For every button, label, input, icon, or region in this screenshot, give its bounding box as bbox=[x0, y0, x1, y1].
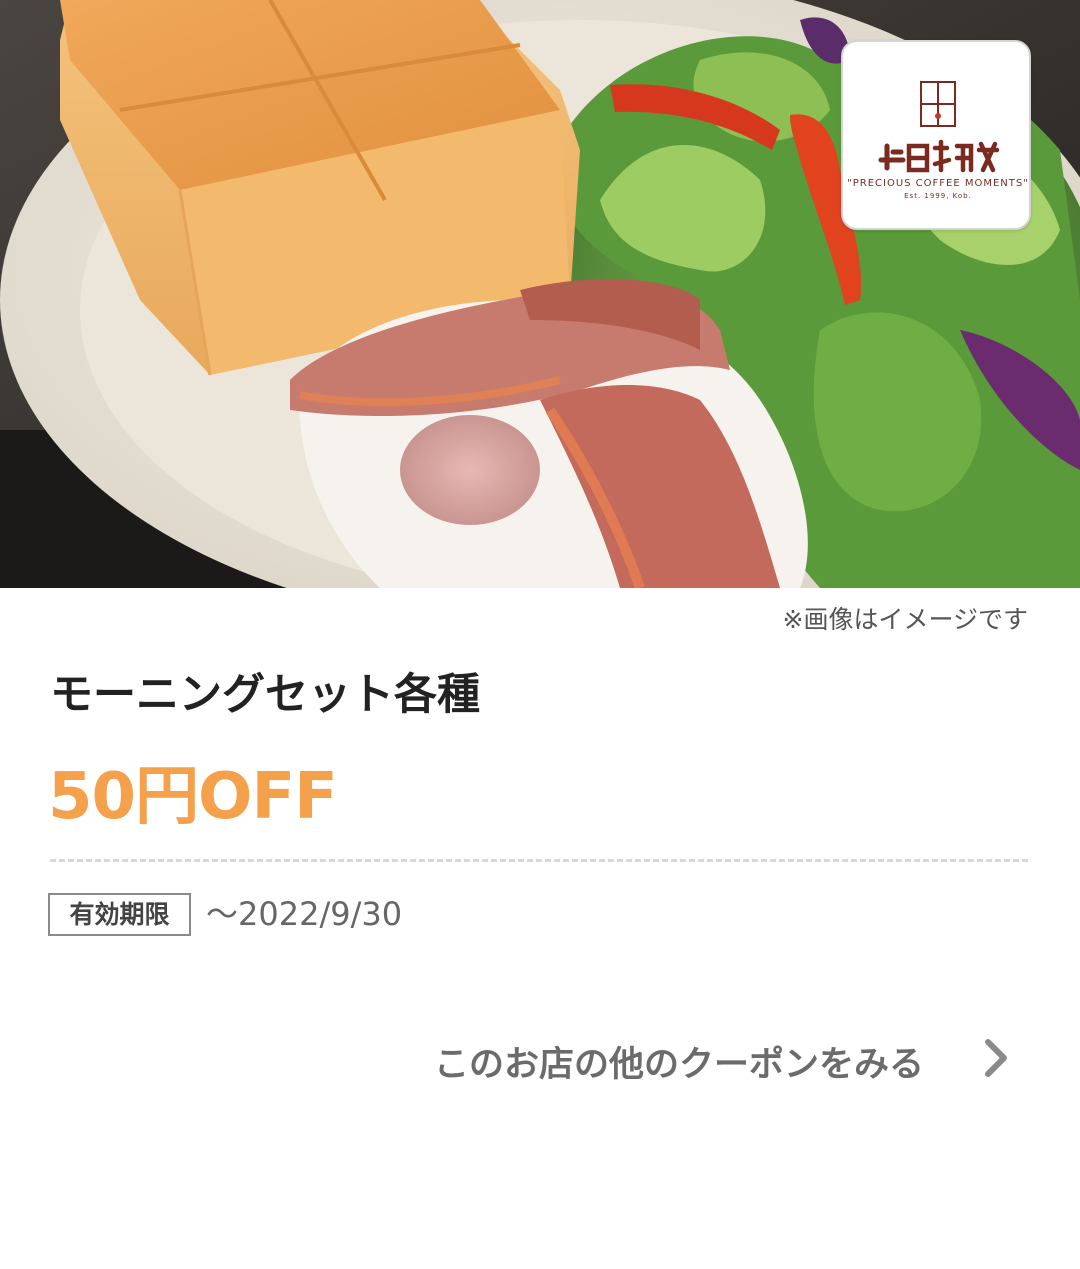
discount-amount: 50円OFF bbox=[48, 760, 338, 834]
coupon-detail-page: "PRECIOUS COFFEE MOMENTS" Est. 1999, Kob… bbox=[0, 0, 1080, 1269]
shop-logo: "PRECIOUS COFFEE MOMENTS" Est. 1999, Kob… bbox=[841, 40, 1031, 230]
shop-logo-est: Est. 1999, Kob. bbox=[904, 192, 972, 200]
expiry-date: 〜2022/9/30 bbox=[206, 895, 403, 933]
coupon-title: モーニングセット各種 bbox=[50, 670, 480, 720]
shop-logo-tagline: "PRECIOUS COFFEE MOMENTS" bbox=[847, 178, 1029, 189]
more-coupons-label: このお店の他のクーポンをみる bbox=[434, 1045, 925, 1085]
shop-logo-mark bbox=[878, 81, 1000, 173]
image-disclaimer: ※画像はイメージです bbox=[782, 605, 1028, 634]
more-coupons-link[interactable]: このお店の他のクーポンをみる bbox=[434, 1030, 1024, 1086]
chevron-right-icon bbox=[985, 1039, 1007, 1077]
dashed-divider bbox=[50, 859, 1028, 862]
expiry-label-badge: 有効期限 bbox=[48, 893, 191, 936]
